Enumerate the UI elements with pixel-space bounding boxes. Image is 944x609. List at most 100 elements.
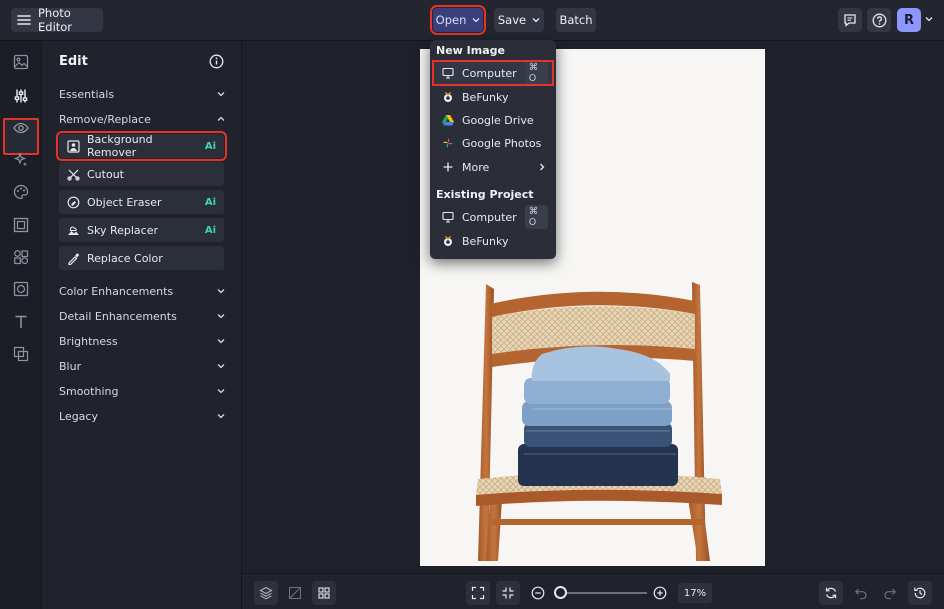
keyboard-shortcut: ⌘ O: [524, 61, 548, 85]
menu-item-new-befunky[interactable]: BeFunky: [434, 86, 552, 108]
menu-item-new-computer[interactable]: Computer ⌘ O: [432, 60, 554, 86]
chevron-down-icon[interactable]: [925, 15, 933, 23]
expand-icon: [471, 586, 485, 600]
menu-item-label: Google Drive: [462, 113, 534, 127]
batch-button[interactable]: Batch: [556, 8, 596, 32]
menu-item-google-drive[interactable]: Google Drive: [434, 109, 552, 131]
chevron-down-icon: [532, 16, 540, 24]
info-icon[interactable]: [209, 54, 224, 69]
section-label: Essentials: [59, 87, 115, 101]
menu-item-google-photos[interactable]: Google Photos: [434, 132, 552, 154]
compare-icon: [288, 586, 302, 600]
section-detail-enhancements[interactable]: Detail Enhancements: [59, 306, 225, 326]
section-label: Brightness: [59, 334, 118, 348]
menu-item-existing-computer[interactable]: Computer ⌘ O: [434, 205, 552, 229]
google-photos-icon: [442, 137, 454, 149]
rotate-button[interactable]: [819, 581, 843, 605]
grid-icon: [317, 586, 331, 600]
menu-heading-existing-project: Existing Project: [436, 188, 534, 201]
feedback-button[interactable]: [838, 8, 862, 32]
menu-item-label: More: [462, 160, 490, 174]
help-circle-icon: [872, 13, 887, 28]
section-remove-replace[interactable]: Remove/Replace: [59, 109, 225, 129]
menu-item-existing-befunky[interactable]: BeFunky: [434, 230, 552, 252]
chevron-down-icon: [217, 312, 225, 320]
section-label: Blur: [59, 359, 82, 373]
shrink-icon: [501, 586, 515, 600]
undo-icon: [854, 586, 868, 600]
refresh-icon: [824, 586, 838, 600]
app-menu-button[interactable]: Photo Editor: [11, 6, 103, 34]
rail-frame-icon[interactable]: [8, 212, 34, 238]
tool-rail: [0, 41, 42, 609]
grid-view-button[interactable]: [312, 581, 336, 605]
tool-sky-replacer[interactable]: Sky Replacer Ai: [59, 218, 224, 242]
section-label: Detail Enhancements: [59, 309, 177, 323]
open-dropdown-menu: New Image Computer ⌘ O BeFunky Google Dr…: [430, 40, 556, 259]
tool-background-remover[interactable]: Background Remover Ai: [56, 131, 227, 161]
menu-item-label: Computer: [462, 210, 517, 224]
app-title: Photo Editor: [38, 6, 73, 34]
section-legacy[interactable]: Legacy: [59, 406, 225, 426]
zoom-slider-track[interactable]: [560, 592, 647, 594]
chevron-up-icon: [217, 115, 225, 123]
tool-cutout[interactable]: Cutout: [59, 162, 224, 186]
tool-replace-color[interactable]: Replace Color: [59, 246, 224, 270]
compare-button[interactable]: [283, 581, 307, 605]
section-color-enhancements[interactable]: Color Enhancements: [59, 281, 225, 301]
menu-item-label: BeFunky: [462, 234, 509, 248]
menu-item-more[interactable]: More: [434, 156, 552, 178]
user-avatar[interactable]: R: [897, 8, 921, 32]
redo-icon: [883, 586, 897, 600]
layers-button[interactable]: [254, 581, 278, 605]
section-label: Smoothing: [59, 384, 119, 398]
plus-icon: [442, 161, 454, 173]
chevron-down-icon: [217, 387, 225, 395]
undo-button[interactable]: [849, 581, 873, 605]
sky-icon: [67, 224, 80, 237]
redo-button[interactable]: [878, 581, 902, 605]
rail-shapes-icon[interactable]: [8, 244, 34, 270]
menu-item-label: Google Photos: [462, 136, 542, 150]
zoom-out-button[interactable]: [526, 581, 550, 605]
chevron-down-icon: [217, 90, 225, 98]
zoom-slider-handle[interactable]: [554, 586, 567, 599]
layers-icon: [259, 586, 273, 600]
history-button[interactable]: [908, 581, 932, 605]
rail-eye-icon[interactable]: [8, 115, 34, 141]
scissors-icon: [67, 168, 80, 181]
eyedropper-icon: [67, 252, 80, 265]
rail-text-icon[interactable]: [8, 309, 34, 335]
fit-screen-button[interactable]: [466, 581, 490, 605]
actual-size-button[interactable]: [496, 581, 520, 605]
rail-overlay-icon[interactable]: [8, 341, 34, 367]
section-blur[interactable]: Blur: [59, 356, 225, 376]
rail-palette-icon[interactable]: [8, 179, 34, 205]
tool-object-eraser[interactable]: Object Eraser Ai: [59, 190, 224, 214]
portrait-icon: [67, 139, 80, 153]
section-brightness[interactable]: Brightness: [59, 331, 225, 351]
eraser-icon: [67, 196, 80, 209]
monitor-icon: [442, 211, 454, 223]
chevron-down-icon: [217, 337, 225, 345]
menu-item-label: Computer: [462, 66, 517, 80]
save-button[interactable]: Save: [494, 8, 544, 32]
rail-sparkles-icon[interactable]: [8, 147, 34, 173]
history-icon: [913, 586, 927, 600]
zoom-percentage[interactable]: 17%: [678, 583, 712, 603]
rail-image-icon[interactable]: [8, 49, 34, 75]
monitor-icon: [442, 67, 454, 79]
save-button-label: Save: [497, 13, 527, 27]
help-button[interactable]: [867, 8, 891, 32]
section-smoothing[interactable]: Smoothing: [59, 381, 225, 401]
chevron-down-icon: [217, 362, 225, 370]
rail-sliders-icon[interactable]: [8, 83, 34, 109]
section-label: Remove/Replace: [59, 112, 151, 126]
menu-heading-new-image: New Image: [436, 44, 505, 57]
zoom-in-button[interactable]: [648, 581, 672, 605]
section-essentials[interactable]: Essentials: [59, 84, 225, 104]
rail-border-icon[interactable]: [8, 276, 34, 302]
ai-badge: Ai: [204, 140, 216, 152]
section-label: Legacy: [59, 409, 98, 423]
open-button[interactable]: Open: [430, 5, 486, 35]
